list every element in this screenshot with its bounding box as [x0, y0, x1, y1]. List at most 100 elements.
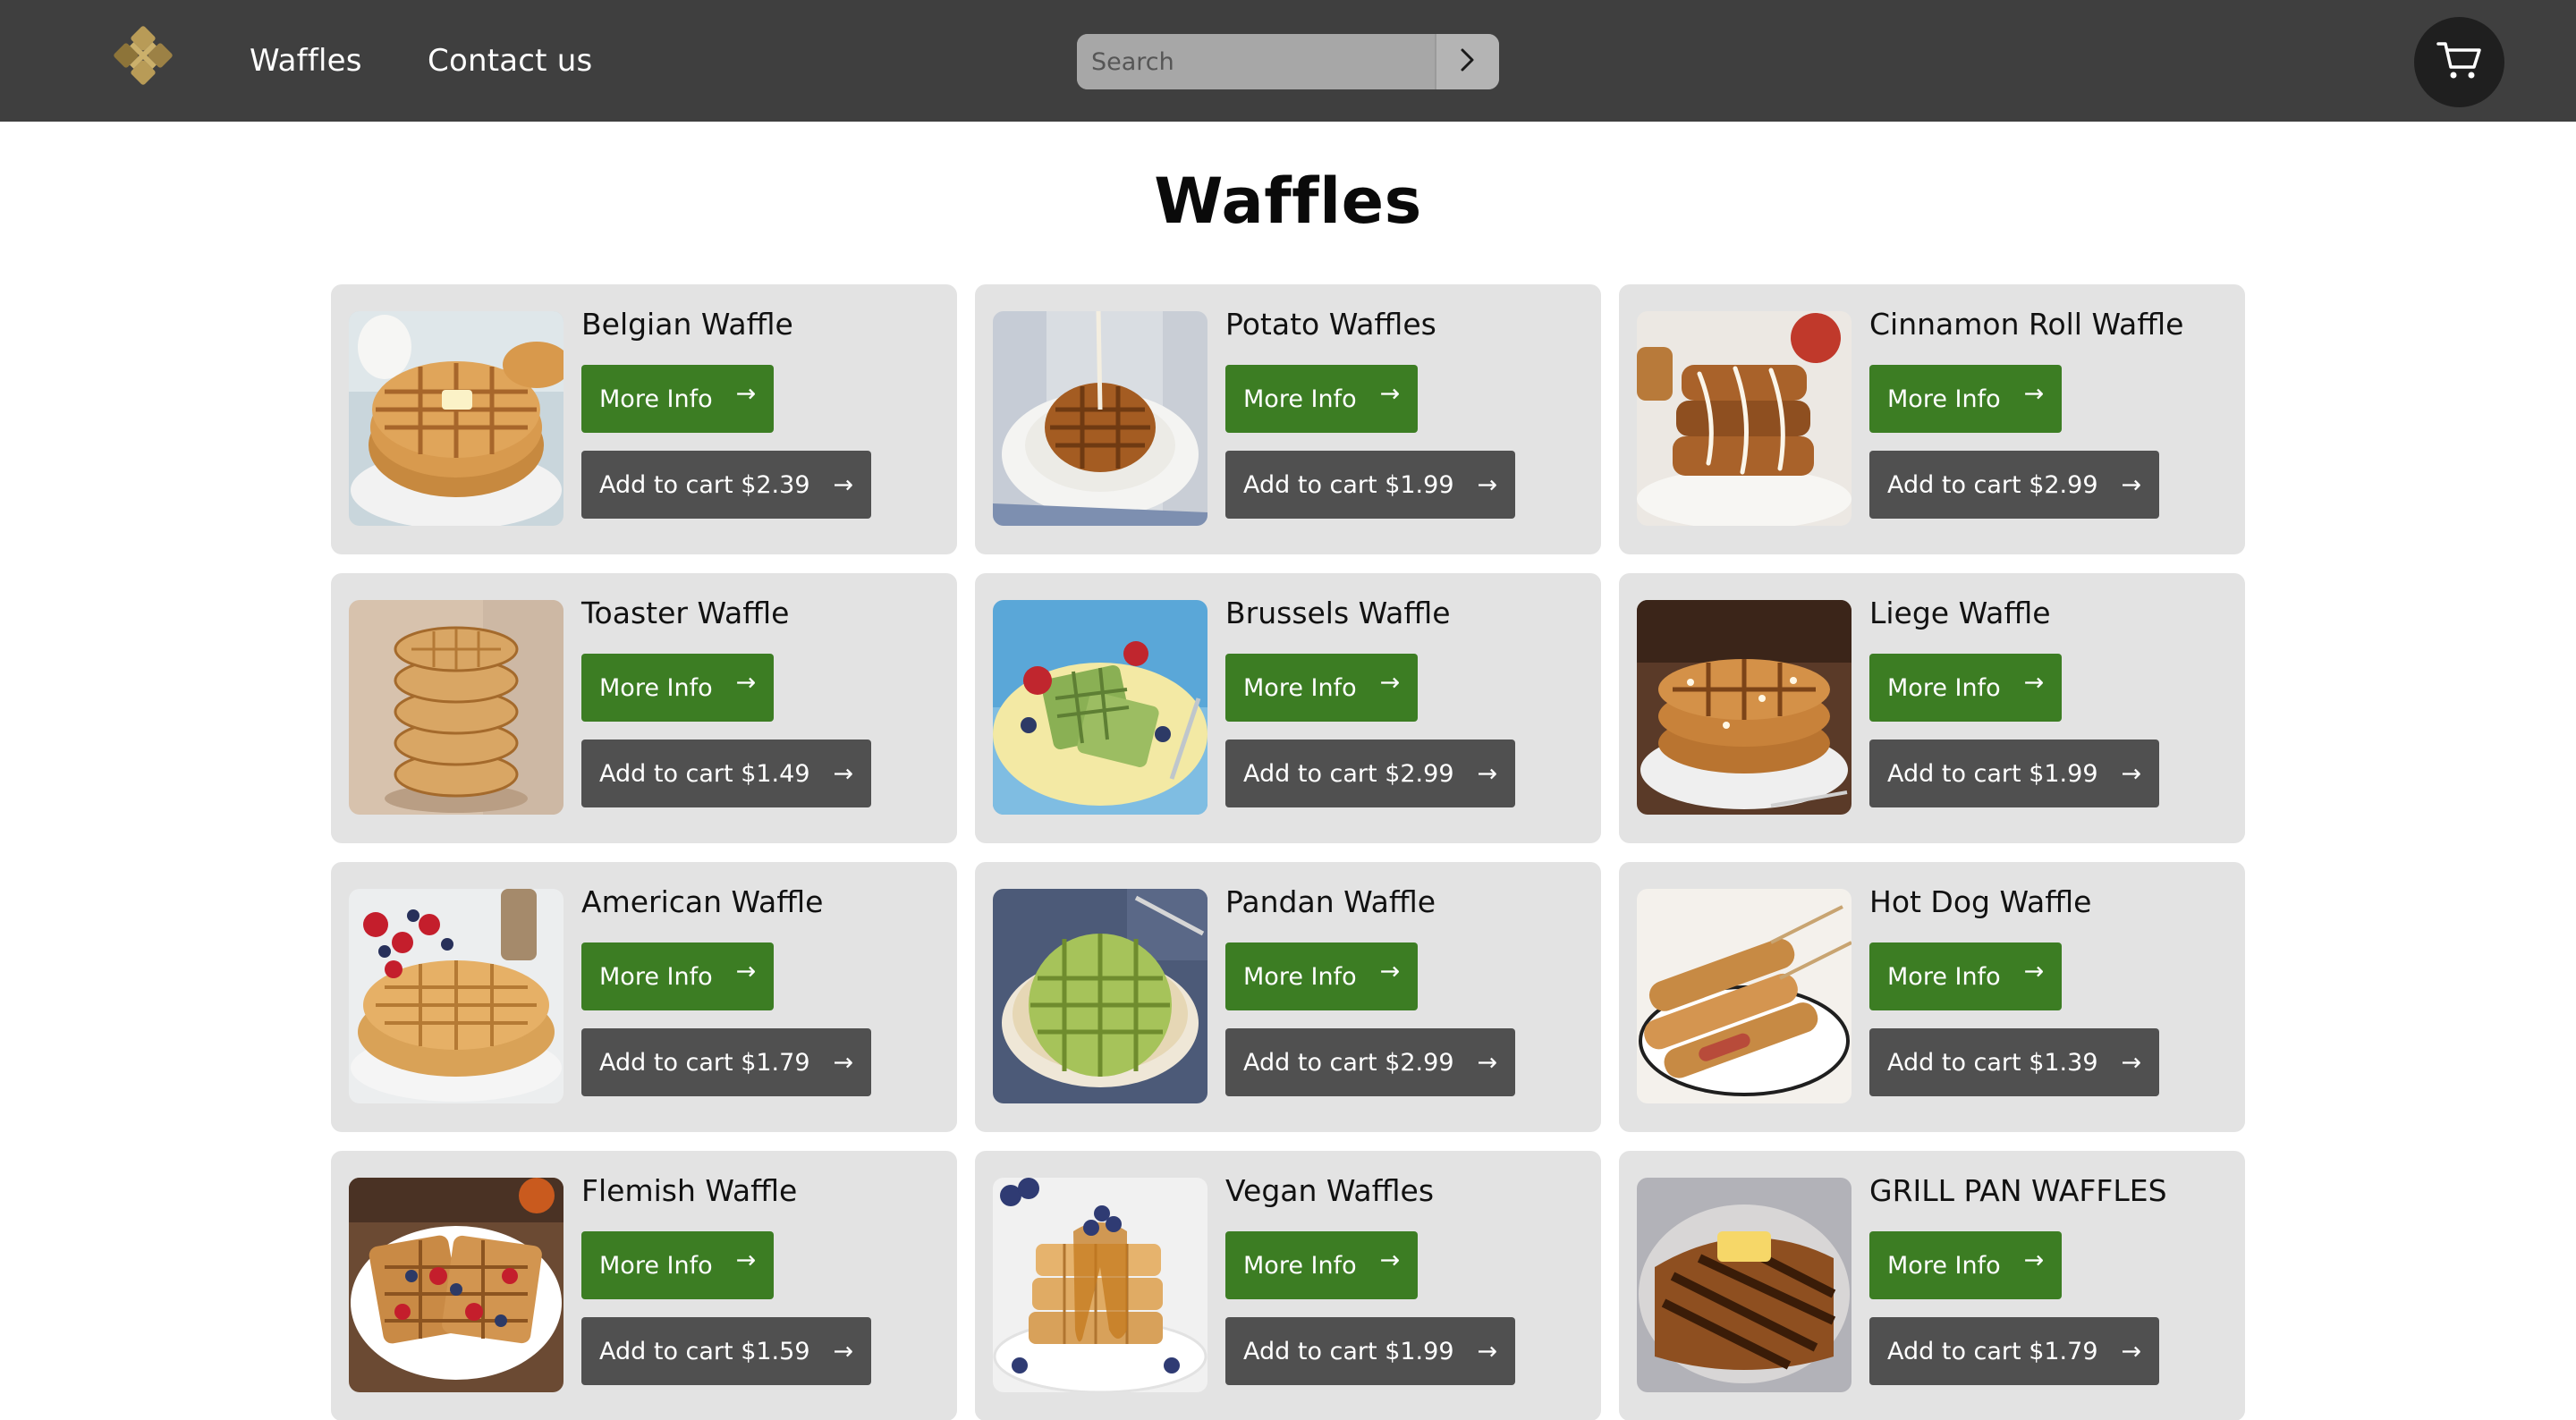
shopping-cart-icon: [2436, 40, 2483, 85]
arrow-right-icon: →: [2121, 1048, 2142, 1077]
product-image: [349, 600, 564, 815]
page-title: Waffles: [1154, 165, 1422, 238]
more-info-button[interactable]: More Info →: [581, 365, 775, 433]
arrow-right-icon: →: [1379, 1246, 1401, 1274]
more-info-button[interactable]: More Info →: [581, 1231, 775, 1299]
product-image: [993, 311, 1208, 526]
product-image: [993, 1178, 1208, 1392]
nav-link-waffles[interactable]: Waffles: [250, 41, 362, 80]
logo-icon[interactable]: [104, 16, 182, 95]
add-to-cart-button[interactable]: Add to cart $2.99 →: [1869, 451, 2160, 519]
add-to-cart-label: Add to cart $1.39: [1887, 1048, 2098, 1077]
product-image: [993, 889, 1208, 1103]
more-info-button[interactable]: More Info →: [1225, 365, 1419, 433]
product-name: Toaster Waffle: [581, 596, 790, 630]
product-image: [1637, 311, 1852, 526]
arrow-right-icon: →: [1477, 1048, 1498, 1077]
more-info-button[interactable]: More Info →: [1869, 942, 2063, 1010]
product-name: Brussels Waffle: [1225, 596, 1451, 630]
arrow-right-icon: →: [2023, 379, 2045, 408]
more-info-label: More Info: [1887, 962, 2001, 991]
product-name: Liege Waffle: [1869, 596, 2051, 630]
add-to-cart-button[interactable]: Add to cart $1.99 →: [1869, 740, 2160, 807]
arrow-right-icon: →: [2121, 470, 2142, 499]
add-to-cart-button[interactable]: Add to cart $1.99 →: [1225, 451, 1516, 519]
arrow-right-icon: →: [2023, 1246, 2045, 1274]
more-info-button[interactable]: More Info →: [1225, 942, 1419, 1010]
product-card-belgian-waffle: Belgian Waffle More Info → Add to cart $2…: [331, 284, 957, 554]
product-grid: Belgian Waffle More Info → Add to cart $2…: [331, 284, 2245, 1420]
product-card-cinnamon-roll-waffle: Cinnamon Roll Waffle More Info → Add to c…: [1619, 284, 2245, 554]
product-name: Vegan Waffles: [1225, 1173, 1435, 1208]
arrow-right-icon: →: [1477, 470, 1498, 499]
add-to-cart-label: Add to cart $1.59: [599, 1337, 810, 1365]
product-card-american-waffle: American Waffle More Info → Add to cart $…: [331, 862, 957, 1132]
more-info-label: More Info: [1243, 962, 1357, 991]
add-to-cart-button[interactable]: Add to cart $2.99 →: [1225, 740, 1516, 807]
arrow-right-icon: →: [2023, 668, 2045, 697]
add-to-cart-label: Add to cart $1.79: [1887, 1337, 2098, 1365]
product-image: [349, 311, 564, 526]
more-info-button[interactable]: More Info →: [1225, 654, 1419, 722]
product-name: Potato Waffles: [1225, 307, 1436, 342]
more-info-label: More Info: [1887, 673, 2001, 702]
more-info-label: More Info: [599, 1251, 713, 1280]
product-card-grill-pan-waffles: GRILL PAN WAFFLES More Info → Add to cart…: [1619, 1151, 2245, 1420]
product-image: [349, 1178, 564, 1392]
add-to-cart-label: Add to cart $1.99: [1887, 759, 2098, 788]
more-info-label: More Info: [1887, 385, 2001, 413]
add-to-cart-button[interactable]: Add to cart $1.79 →: [1869, 1317, 2160, 1385]
arrow-right-icon: →: [735, 379, 757, 408]
arrow-right-icon: →: [833, 759, 854, 788]
chevron-right-icon: [1458, 46, 1478, 77]
add-to-cart-button[interactable]: Add to cart $1.49 →: [581, 740, 872, 807]
search-input[interactable]: [1077, 34, 1435, 89]
arrow-right-icon: →: [2023, 957, 2045, 985]
add-to-cart-label: Add to cart $2.99: [1243, 759, 1454, 788]
add-to-cart-label: Add to cart $2.99: [1243, 1048, 1454, 1077]
cart-button[interactable]: [2414, 17, 2504, 107]
product-name: Pandan Waffle: [1225, 884, 1436, 919]
product-name: American Waffle: [581, 884, 824, 919]
arrow-right-icon: →: [833, 470, 854, 499]
nav-link-contact-us[interactable]: Contact us: [428, 41, 592, 80]
more-info-button[interactable]: More Info →: [581, 654, 775, 722]
arrow-right-icon: →: [735, 957, 757, 985]
product-name: Flemish Waffle: [581, 1173, 798, 1208]
arrow-right-icon: →: [2121, 1337, 2142, 1365]
add-to-cart-label: Add to cart $2.39: [599, 470, 810, 499]
arrow-right-icon: →: [1379, 379, 1401, 408]
more-info-label: More Info: [1243, 1251, 1357, 1280]
arrow-right-icon: →: [833, 1337, 854, 1365]
more-info-button[interactable]: More Info →: [1225, 1231, 1419, 1299]
arrow-right-icon: →: [1379, 668, 1401, 697]
more-info-label: More Info: [1887, 1251, 2001, 1280]
more-info-button[interactable]: More Info →: [1869, 1231, 2063, 1299]
product-name: Cinnamon Roll Waffle: [1869, 307, 2184, 342]
search-bar: [1077, 34, 1499, 89]
product-name: Belgian Waffle: [581, 307, 793, 342]
product-name: GRILL PAN WAFFLES: [1869, 1173, 2167, 1208]
product-image: [1637, 889, 1852, 1103]
more-info-button[interactable]: More Info →: [581, 942, 775, 1010]
product-image: [1637, 1178, 1852, 1392]
top-navigation-bar: Waffles Contact us: [0, 0, 2576, 122]
add-to-cart-button[interactable]: Add to cart $2.39 →: [581, 451, 872, 519]
product-name: Hot Dog Waffle: [1869, 884, 2092, 919]
more-info-label: More Info: [599, 385, 713, 413]
add-to-cart-button[interactable]: Add to cart $2.99 →: [1225, 1028, 1516, 1096]
more-info-label: More Info: [599, 962, 713, 991]
more-info-button[interactable]: More Info →: [1869, 365, 2063, 433]
add-to-cart-button[interactable]: Add to cart $1.99 →: [1225, 1317, 1516, 1385]
more-info-label: More Info: [1243, 673, 1357, 702]
search-submit-button[interactable]: [1435, 34, 1499, 89]
add-to-cart-button[interactable]: Add to cart $1.59 →: [581, 1317, 872, 1385]
add-to-cart-label: Add to cart $1.99: [1243, 470, 1454, 499]
more-info-button[interactable]: More Info →: [1869, 654, 2063, 722]
arrow-right-icon: →: [1477, 1337, 1498, 1365]
more-info-label: More Info: [599, 673, 713, 702]
arrow-right-icon: →: [1379, 957, 1401, 985]
add-to-cart-button[interactable]: Add to cart $1.39 →: [1869, 1028, 2160, 1096]
product-image: [349, 889, 564, 1103]
add-to-cart-button[interactable]: Add to cart $1.79 →: [581, 1028, 872, 1096]
